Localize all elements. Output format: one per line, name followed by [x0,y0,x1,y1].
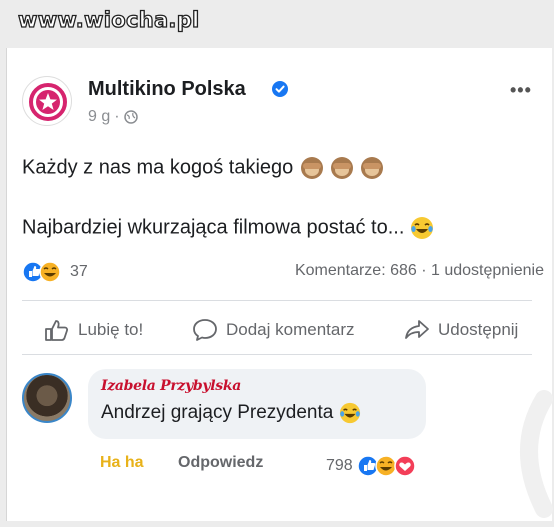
commenter-avatar[interactable] [22,373,72,423]
like-button[interactable]: Lubię to! [44,318,143,342]
tears-of-joy-emoji-icon [339,402,360,424]
monkey-emoji-icon [300,157,383,179]
page-avatar[interactable] [22,76,72,126]
see-no-evil-monkey-icons [299,156,385,179]
watermark: www.wiocha.pl [17,7,200,32]
divider-top [22,300,532,301]
more-options-icon[interactable]: ••• [510,80,532,101]
like-label: Lubię to! [78,320,144,339]
comment-icon [193,319,217,341]
comment-bubble: Izabela Przybylska Andrzej grający Prezy… [88,369,426,439]
tears-of-joy-emoji-icon [410,217,433,239]
post-meta: 9 g · [88,108,138,126]
verified-badge-icon [272,81,288,97]
meta-separator: · [114,108,120,125]
multikino-logo-icon [29,83,67,121]
post-text-line2: Najbardziej wkurzająca filmowa postać to… [22,216,434,240]
like-haha-reactions-icon [22,261,61,283]
divider-bottom [22,354,532,355]
share-label: Udostępnij [438,320,519,339]
commenter-name[interactable]: Izabela Przybylska [101,378,241,394]
globe-icon [123,110,138,124]
comment-haha-button[interactable]: Ha ha [100,454,144,472]
comment-reaction-count: 798 [326,457,353,474]
post-stats[interactable]: Komentarze: 686 · 1 udostępnienie [295,262,544,280]
share-arrow-icon [405,320,429,339]
post-text-1: Każdy z nas ma kogoś takiego [22,156,294,179]
comment-label: Dodaj komentarz [226,320,355,339]
post-text-2: Najbardziej wkurzająca filmowa postać to… [22,216,405,239]
reaction-count: 37 [70,263,88,280]
thumbs-up-icon [45,320,69,341]
comment-reactions[interactable]: 798 [326,455,419,477]
post-reactions[interactable]: 37 [22,261,88,283]
like-haha-love-reactions-icon [356,455,416,477]
comment-text-content: Andrzej grający Prezydenta [101,402,334,424]
post-time[interactable]: 9 g [88,108,110,126]
share-button[interactable]: Udostępnij [404,318,518,342]
comment-text: Andrzej grający Prezydenta [101,402,361,424]
page-name[interactable]: Multikino Polska [88,78,246,101]
comment-button[interactable]: Dodaj komentarz [192,318,355,342]
faded-corner-mark-icon [520,390,553,518]
comment-reply-button[interactable]: Odpowiedz [178,454,263,472]
post-text-line1: Każdy z nas ma kogoś takiego [22,155,385,181]
